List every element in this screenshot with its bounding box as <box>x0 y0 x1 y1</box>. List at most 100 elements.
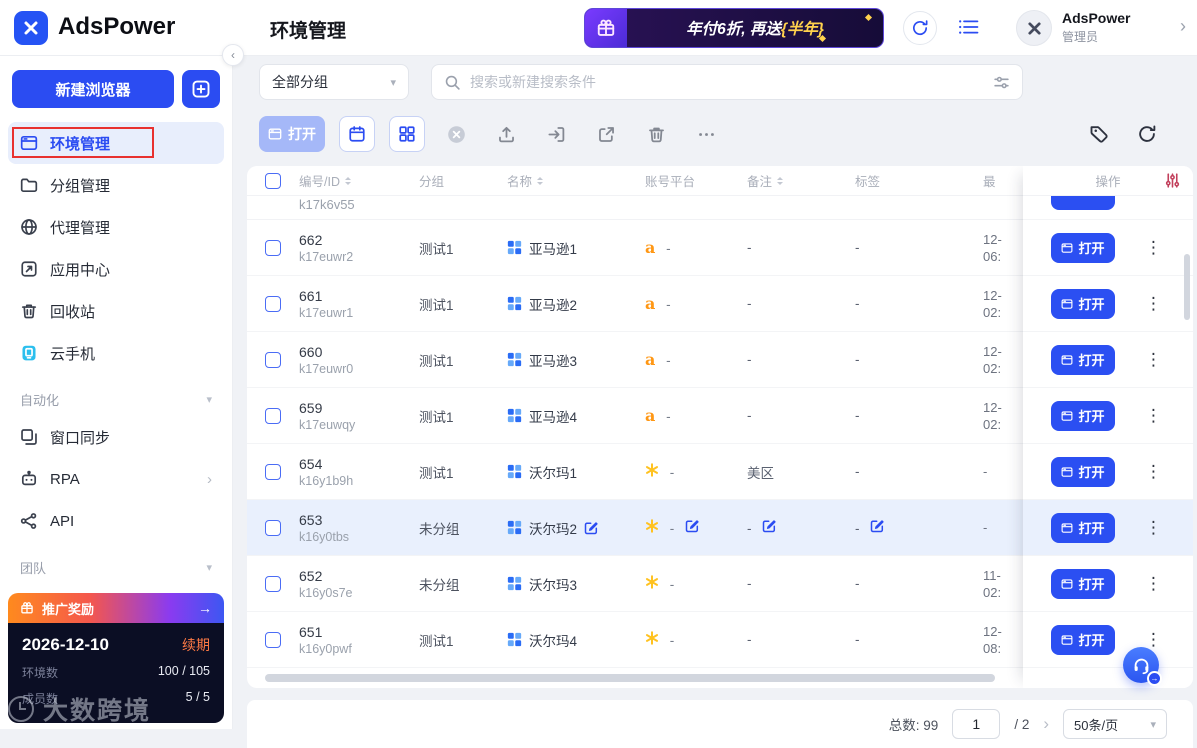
sidebar-item-应用中心[interactable]: 应用中心 <box>8 248 224 290</box>
horizontal-scrollbar[interactable] <box>265 674 995 682</box>
column-header-编号/ID[interactable]: 编号/ID <box>299 166 419 195</box>
row-tag: - <box>855 408 860 423</box>
sort-icon[interactable] <box>777 174 783 188</box>
row-name[interactable]: 沃尔玛1 <box>529 462 577 482</box>
sidebar: 新建浏览器 环境管理分组管理代理管理应用中心回收站云手机 自动化▾窗口同步RPA… <box>0 56 233 729</box>
user-name[interactable]: AdsPower <box>1062 10 1130 26</box>
avatar[interactable] <box>1016 10 1052 46</box>
referral-banner[interactable]: 推广奖励 → <box>8 593 224 623</box>
row-more-menu[interactable]: ⋮ <box>1145 630 1162 650</box>
chevron-down-icon: ▾ <box>206 561 212 574</box>
row-note: - <box>747 632 752 647</box>
sort-icon[interactable] <box>345 174 351 188</box>
support-button[interactable]: → <box>1123 647 1159 683</box>
row-checkbox[interactable] <box>265 240 281 256</box>
promo-banner[interactable]: 年付6折, 再送{半年} <box>584 8 884 48</box>
sidebar-item-代理管理[interactable]: 代理管理 <box>8 206 224 248</box>
column-header-名称[interactable]: 名称 <box>507 166 645 195</box>
sidebar-item-RPA[interactable]: RPA› <box>8 458 224 500</box>
sidebar-section-自动化[interactable]: 自动化▾ <box>0 382 232 416</box>
layout-icon-button[interactable] <box>389 116 425 152</box>
next-page-button[interactable]: › <box>1043 714 1049 734</box>
row-id: k17euwqy <box>299 418 419 432</box>
upload-icon[interactable] <box>497 125 516 144</box>
window-icon <box>1061 466 1073 478</box>
group-filter-select[interactable]: 全部分组 ▾ <box>259 64 409 100</box>
search-box <box>431 64 1023 100</box>
edit-tag-icon[interactable] <box>870 519 884 533</box>
renew-link[interactable]: 续期 <box>182 635 210 655</box>
row-more-menu[interactable]: ⋮ <box>1145 462 1162 482</box>
list-icon[interactable] <box>958 18 979 36</box>
column-header-备注[interactable]: 备注 <box>747 166 855 195</box>
add-browser-button[interactable] <box>182 70 220 108</box>
sidebar-item-云手机[interactable]: 云手机 <box>8 332 224 374</box>
row-checkbox[interactable] <box>265 352 281 368</box>
open-environment-button[interactable]: 打开 <box>1051 569 1115 599</box>
row-name[interactable]: 亚马逊4 <box>529 406 577 426</box>
page-size-select[interactable]: 50条/页 ▾ <box>1063 709 1167 739</box>
sidebar-item-窗口同步[interactable]: 窗口同步 <box>8 416 224 458</box>
vertical-scrollbar[interactable] <box>1184 254 1190 320</box>
select-all-checkbox[interactable] <box>265 173 281 189</box>
row-checkbox[interactable] <box>265 464 281 480</box>
more-icon[interactable] <box>697 125 716 144</box>
row-more-menu[interactable]: ⋮ <box>1145 406 1162 426</box>
open-environment-button[interactable]: 打开 <box>1051 401 1115 431</box>
delete-icon[interactable] <box>647 125 666 144</box>
new-browser-button[interactable]: 新建浏览器 <box>12 70 174 108</box>
amazon-icon: a <box>645 350 655 369</box>
row-checkbox[interactable] <box>265 576 281 592</box>
row-name[interactable]: 沃尔玛2 <box>529 518 577 538</box>
open-environment-button[interactable]: 打开 <box>1051 625 1115 655</box>
row-checkbox[interactable] <box>265 632 281 648</box>
open-environment-button[interactable]: 打开 <box>1051 233 1115 263</box>
edit-note-icon[interactable] <box>762 519 776 533</box>
row-name[interactable]: 沃尔玛4 <box>529 630 577 650</box>
row-more-menu[interactable]: ⋮ <box>1145 574 1162 594</box>
tag-icon[interactable] <box>1089 124 1109 144</box>
pagination-bar: 总数: 99 / 2 › 50条/页 ▾ <box>247 700 1193 748</box>
main-content: 全部分组 ▾ 打开 编号/ID分组名称账号平台备注标签最 k17k6v55 66… <box>233 56 1197 729</box>
open-environment-button-partial[interactable] <box>1051 196 1115 210</box>
env-count-value: 100 / 105 <box>158 664 210 681</box>
row-checkbox[interactable] <box>265 296 281 312</box>
action-row: 打开 ⋮ <box>1023 500 1193 556</box>
edit-name-icon[interactable] <box>584 521 598 535</box>
open-environment-button[interactable]: 打开 <box>1051 345 1115 375</box>
row-checkbox[interactable] <box>265 520 281 536</box>
page-input[interactable] <box>952 709 1000 739</box>
row-name[interactable]: 亚马逊2 <box>529 294 577 314</box>
row-id: k17k6v55 <box>299 196 355 215</box>
sort-icon[interactable] <box>537 174 543 188</box>
filter-sliders-icon[interactable] <box>993 74 1010 91</box>
sidebar-item-API[interactable]: API <box>8 500 224 542</box>
open-environment-button[interactable]: 打开 <box>1051 513 1115 543</box>
sidebar-item-回收站[interactable]: 回收站 <box>8 290 224 332</box>
close-circle-icon[interactable] <box>447 125 466 144</box>
row-more-menu[interactable]: ⋮ <box>1145 238 1162 258</box>
chevron-right-icon[interactable]: › <box>1180 16 1186 37</box>
open-environment-button[interactable]: 打开 <box>1051 457 1115 487</box>
row-name[interactable]: 沃尔玛3 <box>529 574 577 594</box>
open-selected-button[interactable]: 打开 <box>259 116 325 152</box>
search-input[interactable] <box>470 74 984 90</box>
open-environment-button[interactable]: 打开 <box>1051 289 1115 319</box>
row-more-menu[interactable]: ⋮ <box>1145 518 1162 538</box>
row-more-menu[interactable]: ⋮ <box>1145 350 1162 370</box>
sidebar-section-团队[interactable]: 团队▾ <box>0 550 232 584</box>
sync-button[interactable] <box>903 11 937 45</box>
import-icon[interactable] <box>547 125 566 144</box>
sidebar-item-环境管理[interactable]: 环境管理 <box>8 122 224 164</box>
row-checkbox[interactable] <box>265 408 281 424</box>
sidebar-collapse-button[interactable]: ‹ <box>222 44 244 66</box>
refresh-icon[interactable] <box>1137 124 1157 144</box>
column-settings-icon[interactable] <box>1164 172 1181 189</box>
export-icon[interactable] <box>597 125 616 144</box>
row-name[interactable]: 亚马逊3 <box>529 350 577 370</box>
edit-platform-icon[interactable] <box>685 519 699 533</box>
sidebar-item-分组管理[interactable]: 分组管理 <box>8 164 224 206</box>
row-more-menu[interactable]: ⋮ <box>1145 294 1162 314</box>
row-name[interactable]: 亚马逊1 <box>529 238 577 258</box>
calendar-icon-button[interactable] <box>339 116 375 152</box>
